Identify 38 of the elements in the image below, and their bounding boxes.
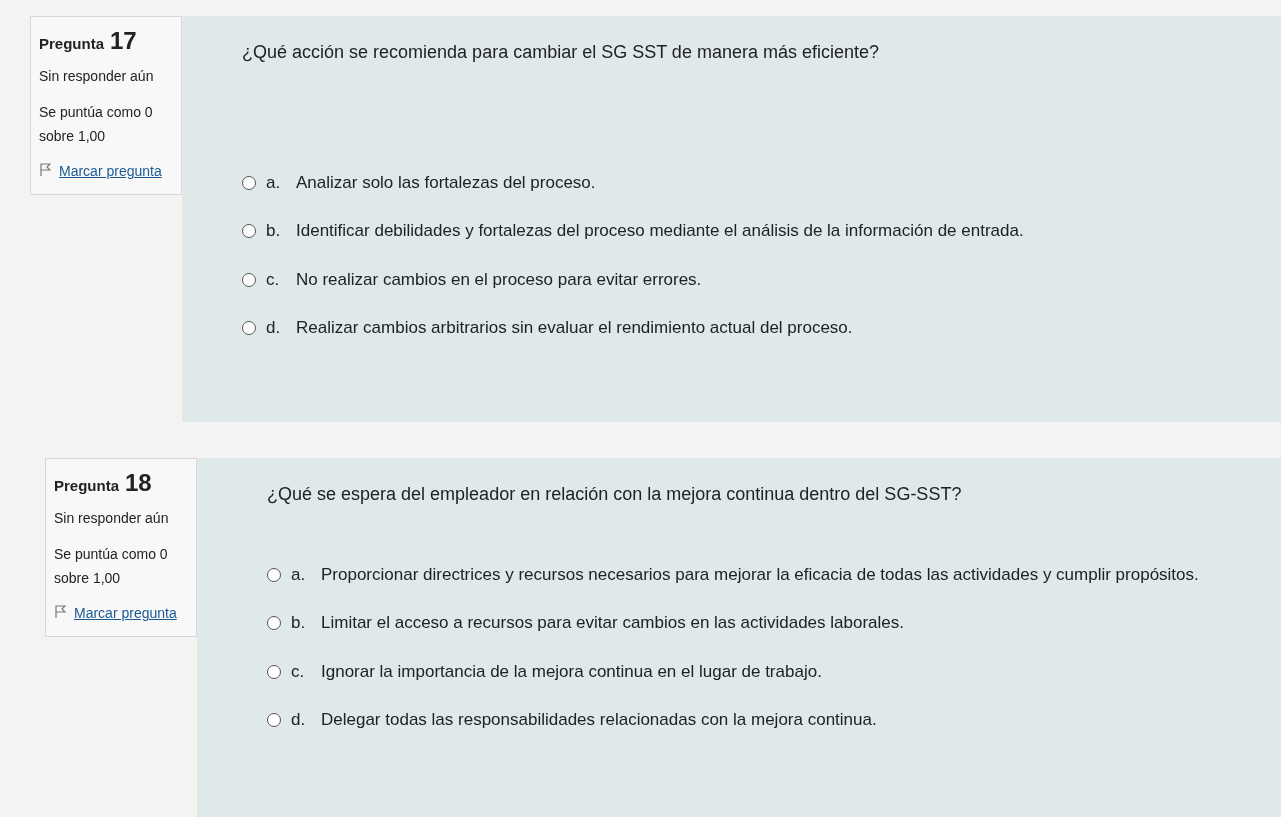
option-letter: c. <box>291 661 306 682</box>
option-text[interactable]: Analizar solo las fortalezas del proceso. <box>296 167 596 200</box>
question-grade: Se puntúa como 0 sobre 1,00 <box>39 102 154 146</box>
question-text: ¿Qué acción se recomienda para cambiar el SG SST de manera más eficiente? <box>242 42 880 63</box>
option-text[interactable]: Limitar el acceso a recursos para evitar cambios en las actividades laborales. <box>321 607 904 640</box>
question-status: Sin responder aún <box>54 509 170 528</box>
question-status: Sin responder aún <box>39 67 155 86</box>
option-letter: c. <box>266 269 281 290</box>
question-label: Pregunta <box>39 35 104 52</box>
option-text[interactable]: Delegar todas las responsabilidades relacionadas con la mejora continua. <box>321 703 877 737</box>
option-letter: b. <box>266 221 282 242</box>
question-grade: Se puntúa como 0 sobre 1,00 <box>54 544 169 588</box>
radio-button[interactable] <box>267 568 281 582</box>
option-text[interactable]: Identificar debilidades y fortalezas del proceso mediante el análisis de la información de entrada. <box>296 215 1024 248</box>
radio-button[interactable] <box>242 272 256 287</box>
question-label: Pregunta <box>54 477 119 494</box>
radio-button[interactable] <box>242 224 256 239</box>
question-number: 17 <box>110 27 137 55</box>
option-letter: d. <box>266 317 282 338</box>
flag-question-link[interactable]: Marcar pregunta <box>59 160 162 185</box>
radio-button[interactable] <box>267 616 281 631</box>
option-letter: a. <box>291 565 307 585</box>
option-text[interactable]: Realizar cambios arbitrarios sin evaluar el rendimiento actual del proceso. <box>296 311 853 345</box>
option-letter: d. <box>291 709 307 730</box>
question-number: 18 <box>125 469 152 497</box>
radio-button[interactable] <box>267 664 281 679</box>
radio-button[interactable] <box>242 320 256 335</box>
option-letter: a. <box>266 173 282 193</box>
radio-button[interactable] <box>242 176 256 190</box>
question-text: ¿Qué se espera del empleador en relación con la mejora continua dentro del SG-SST? <box>267 484 963 505</box>
option-text[interactable]: No realizar cambios en el proceso para evitar errores. <box>296 263 702 296</box>
radio-button[interactable] <box>267 712 281 727</box>
option-text[interactable]: Ignorar la importancia de la mejora continua en el lugar de trabajo. <box>321 655 822 688</box>
flag-icon <box>54 605 66 620</box>
flag-question-link[interactable]: Marcar pregunta <box>74 602 177 627</box>
option-letter: b. <box>291 613 307 634</box>
option-text[interactable]: Proporcionar directrices y recursos necesarios para mejorar la eficacia de todas las actividades y cumplir propósitos. <box>321 559 1199 592</box>
flag-icon <box>39 163 51 178</box>
